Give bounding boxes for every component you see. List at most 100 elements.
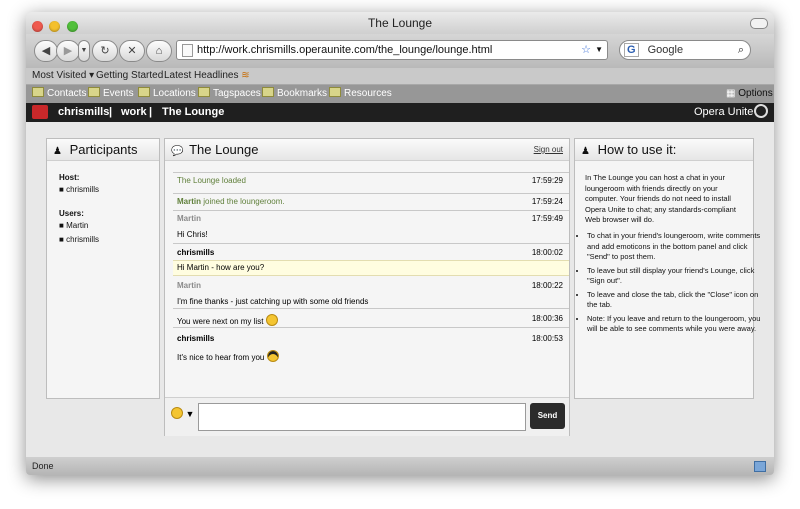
message-join: Martin joined the loungeroom. 17:59:24 <box>177 197 563 206</box>
input-area: ▼ Send <box>165 397 569 436</box>
bookmark-latest-headlines[interactable]: Latest Headlines ≋ <box>164 68 250 84</box>
url-text: http://work.chrismills.operaunite.com/th… <box>197 44 493 56</box>
person-icon: ♟ <box>53 146 62 157</box>
stop-button[interactable]: ✕ <box>119 40 145 62</box>
page-icon <box>182 44 193 57</box>
google-search-icon: G <box>624 43 639 57</box>
message-system: The Lounge loaded 17:59:29 <box>177 176 563 185</box>
toolbar-toggle-button[interactable] <box>750 18 768 29</box>
zoom-window-button[interactable] <box>66 21 78 32</box>
status-text: Done <box>32 461 54 471</box>
host-label: Host: <box>59 173 80 182</box>
folder-icon <box>138 87 150 97</box>
close-window-button[interactable] <box>32 21 43 32</box>
user-link[interactable]: chrismills <box>58 103 109 122</box>
bookmark-locations[interactable]: Locations <box>138 85 196 103</box>
search-magnifier-icon[interactable]: ⌕ <box>738 41 744 59</box>
forward-arrow-icon: ▶ <box>63 45 73 57</box>
smiley-icon <box>171 407 183 419</box>
host-name: ■ chrismills <box>59 185 99 194</box>
url-dropdown-icon[interactable]: ▼ <box>595 41 603 59</box>
bookmark-contacts[interactable]: Contacts <box>32 85 86 103</box>
message-text: I'm fine thanks - just catching up with … <box>177 297 369 306</box>
sunglasses-emoticon-icon <box>267 350 280 362</box>
participants-panel: ♟ Participants Host: ■ chrismills Users:… <box>46 138 160 399</box>
signout-link[interactable]: Sign out <box>534 139 563 160</box>
bookmark-events[interactable]: Events <box>88 85 134 103</box>
browser-window: The Lounge ◀ ▶ ▼ ↻ ✕ ⌂ http://work.chris… <box>26 12 774 475</box>
home-button[interactable]: ⌂ <box>146 40 172 62</box>
message-divider <box>173 327 569 328</box>
bookmark-tagspaces[interactable]: Tagspaces <box>198 85 261 103</box>
work-link[interactable]: work <box>121 103 147 122</box>
address-bar[interactable]: http://work.chrismills.operaunite.com/th… <box>176 40 608 60</box>
folder-icon <box>329 87 341 97</box>
stop-icon: ✕ <box>127 45 137 57</box>
navigation-toolbar: ◀ ▶ ▼ ↻ ✕ ⌂ http://work.chrismills.opera… <box>26 34 774 68</box>
message-divider <box>173 210 569 211</box>
howto-panel: ♟ How to use it: In The Lounge you can h… <box>574 138 760 399</box>
bookmarks-toolbar: Most Visited ▾ Getting Started Latest He… <box>26 68 774 85</box>
separator: | <box>149 106 153 118</box>
participants-title: Participants <box>69 142 138 157</box>
lounge-link[interactable]: The Lounge <box>162 103 224 122</box>
emoticon-picker-button[interactable]: ▼ <box>171 407 194 419</box>
page-content: ♟ Participants Host: ■ chrismills Users:… <box>26 122 774 457</box>
howto-intro: In The Lounge you can host a chat in you… <box>585 173 736 224</box>
message-author: chrismills 18:00:02 <box>177 248 563 257</box>
message-divider <box>173 172 569 173</box>
bookmark-bookmarks[interactable]: Bookmarks <box>262 85 327 103</box>
chevron-down-icon: ▼ <box>80 47 88 54</box>
participants-header: ♟ Participants <box>47 139 159 161</box>
howto-item: To leave and close the tab, click the "C… <box>587 290 761 311</box>
user-item: ■ Martin <box>59 221 89 230</box>
search-input[interactable]: Google <box>648 44 683 56</box>
users-label: Users: <box>59 209 84 218</box>
options-button[interactable]: ▦ Options <box>726 85 773 103</box>
howto-header: ♟ How to use it: <box>575 139 753 161</box>
howto-item: To chat in your friend's loungeroom, wri… <box>587 231 761 263</box>
howto-list: To chat in your friend's loungeroom, wri… <box>575 231 761 335</box>
minimize-window-button[interactable] <box>49 21 61 32</box>
user-square-icon: ■ <box>59 235 64 244</box>
bookmark-getting-started[interactable]: Getting Started <box>96 68 163 84</box>
opera-unite-swirl-icon <box>754 104 768 118</box>
forward-button[interactable]: ▶ <box>56 40 80 62</box>
reload-button[interactable]: ↻ <box>92 40 118 62</box>
title-bar: The Lounge <box>26 12 774 34</box>
search-box[interactable]: G Google ⌕ <box>619 40 751 60</box>
howto-item: To leave but still display your friend's… <box>587 266 761 287</box>
message-author: chrismills 18:00:53 <box>177 334 563 343</box>
back-button[interactable]: ◀ <box>34 40 58 62</box>
window-title: The Lounge <box>367 16 433 30</box>
message-divider <box>173 243 569 244</box>
person-icon: ♟ <box>581 146 590 157</box>
bookmark-resources[interactable]: Resources <box>329 85 392 103</box>
history-dropdown-button[interactable]: ▼ <box>78 40 90 62</box>
speech-bubble-icon: 💬 <box>171 146 184 157</box>
message-author: Martin 17:59:49 <box>177 214 563 223</box>
folder-icon <box>198 87 210 97</box>
message-text: You were next on my list 18:00:36 <box>177 314 563 326</box>
folder-icon <box>262 87 274 97</box>
opera-unite-brand: Opera Unite <box>694 106 754 118</box>
bookmark-star-icon[interactable]: ☆ <box>581 41 591 59</box>
reload-icon: ↻ <box>100 45 110 57</box>
folder-icon <box>32 87 44 97</box>
separator: | <box>109 106 113 118</box>
message-divider <box>173 308 569 309</box>
chevron-down-icon: ▼ <box>185 409 195 419</box>
opera-unite-bookmarks-bar: Contacts Events Locations Tagspaces Book… <box>26 85 774 103</box>
message-input[interactable] <box>198 403 526 431</box>
message-text: Hi Martin - how are you? <box>177 263 265 272</box>
message-text: It's nice to hear from you <box>177 350 563 362</box>
folder-icon <box>88 87 100 97</box>
bookmark-most-visited[interactable]: Most Visited ▾ <box>32 68 94 84</box>
status-bar: Done <box>26 457 774 475</box>
user-item: ■ chrismills <box>59 235 99 244</box>
rss-icon: ≋ <box>241 70 250 81</box>
message-author: Martin 18:00:22 <box>177 281 563 290</box>
send-button[interactable]: Send <box>530 403 565 429</box>
wink-emoticon-icon <box>266 314 279 326</box>
lounge-header: 💬 The Lounge Sign out <box>165 139 569 161</box>
